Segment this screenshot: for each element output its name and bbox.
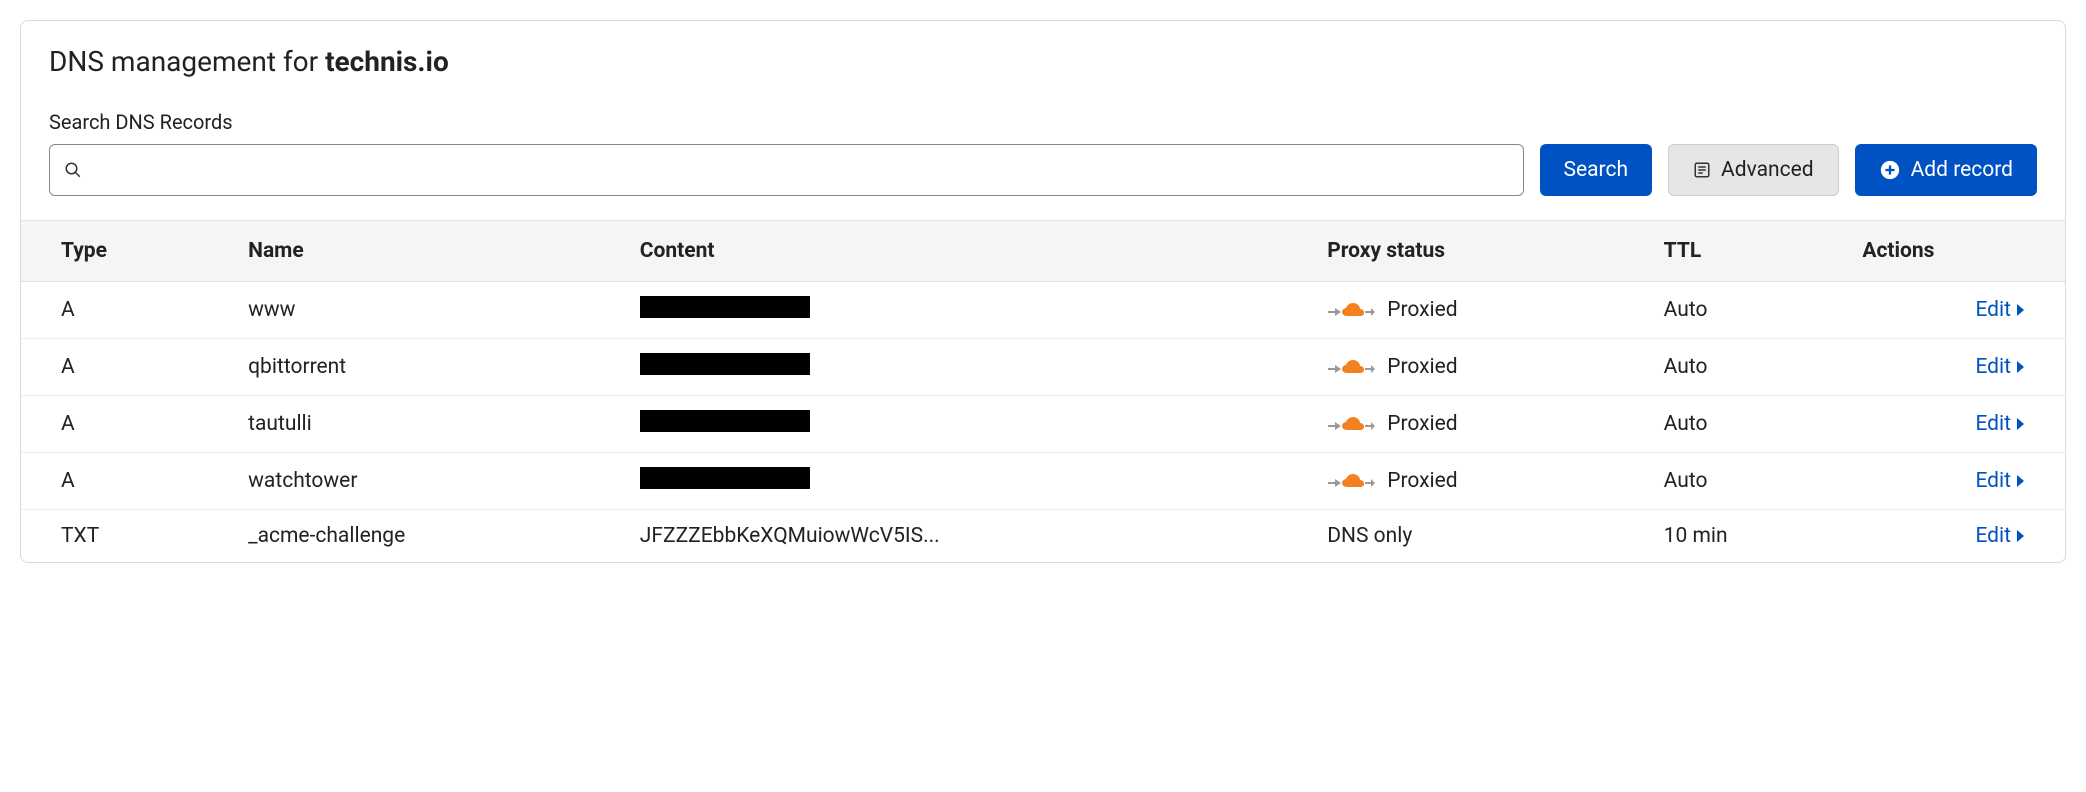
cell-content — [624, 282, 1311, 339]
cloud-proxied-icon — [1327, 469, 1375, 493]
proxy-status-text: DNS only — [1327, 524, 1412, 548]
cell-proxy: Proxied — [1311, 282, 1647, 339]
proxy-status-text: Proxied — [1387, 412, 1457, 436]
cell-type: A — [21, 396, 232, 453]
chevron-right-icon — [2015, 303, 2025, 317]
col-proxy: Proxy status — [1311, 221, 1647, 282]
cell-type: A — [21, 339, 232, 396]
add-record-button[interactable]: Add record — [1855, 144, 2037, 196]
proxy-status-text: Proxied — [1387, 355, 1457, 379]
table-row: Awww Proxied Auto Edit — [21, 282, 2065, 339]
add-record-label: Add record — [1911, 158, 2013, 182]
col-name: Name — [232, 221, 624, 282]
list-icon — [1693, 161, 1711, 179]
cell-ttl: Auto — [1648, 396, 1847, 453]
dns-table: Type Name Content Proxy status TTL Actio… — [21, 220, 2065, 562]
redacted-content — [640, 410, 810, 432]
col-ttl: TTL — [1648, 221, 1847, 282]
col-type: Type — [21, 221, 232, 282]
cell-ttl: Auto — [1648, 339, 1847, 396]
cloud-proxied-icon — [1327, 355, 1375, 379]
plus-circle-icon — [1879, 159, 1901, 181]
advanced-label: Advanced — [1721, 158, 1814, 182]
title-prefix: DNS management for — [49, 45, 325, 78]
cell-actions: Edit — [1846, 453, 2065, 510]
advanced-button[interactable]: Advanced — [1668, 144, 1839, 196]
cell-name: www — [232, 282, 624, 339]
cell-type: TXT — [21, 510, 232, 563]
cell-actions: Edit — [1846, 339, 2065, 396]
panel-header: DNS management for technis.io Search DNS… — [21, 45, 2065, 196]
col-actions: Actions — [1846, 221, 2065, 282]
col-content: Content — [624, 221, 1311, 282]
cell-name: watchtower — [232, 453, 624, 510]
redacted-content — [640, 353, 810, 375]
cell-proxy: Proxied — [1311, 396, 1647, 453]
edit-label: Edit — [1975, 412, 2011, 436]
edit-label: Edit — [1975, 298, 2011, 322]
cell-name: _acme-challenge — [232, 510, 624, 563]
chevron-right-icon — [2015, 417, 2025, 431]
cell-content — [624, 396, 1311, 453]
cell-proxy: Proxied — [1311, 453, 1647, 510]
chevron-right-icon — [2015, 360, 2025, 374]
cell-ttl: Auto — [1648, 453, 1847, 510]
cell-content: JFZZZEbbKeXQMuiowWcV5IS... — [624, 510, 1311, 563]
search-icon — [64, 161, 82, 179]
title-domain: technis.io — [325, 45, 449, 78]
edit-button[interactable]: Edit — [1975, 524, 2025, 548]
edit-button[interactable]: Edit — [1975, 469, 2025, 493]
edit-button[interactable]: Edit — [1975, 298, 2025, 322]
search-button[interactable]: Search — [1540, 144, 1653, 196]
cell-content — [624, 453, 1311, 510]
cell-type: A — [21, 282, 232, 339]
table-row: Atautulli Proxied Auto Edit — [21, 396, 2065, 453]
proxy-status-text: Proxied — [1387, 298, 1457, 322]
redacted-content — [640, 296, 810, 318]
table-row: TXT_acme-challengeJFZZZEbbKeXQMuiowWcV5I… — [21, 510, 2065, 563]
edit-label: Edit — [1975, 469, 2011, 493]
table-row: Aqbittorrent Proxied Auto Edit — [21, 339, 2065, 396]
search-box[interactable] — [49, 144, 1524, 196]
chevron-right-icon — [2015, 529, 2025, 543]
cell-content — [624, 339, 1311, 396]
search-input[interactable] — [92, 159, 1509, 182]
cell-type: A — [21, 453, 232, 510]
cell-name: qbittorrent — [232, 339, 624, 396]
cell-actions: Edit — [1846, 282, 2065, 339]
edit-label: Edit — [1975, 524, 2011, 548]
page-title: DNS management for technis.io — [49, 45, 2037, 78]
edit-label: Edit — [1975, 355, 2011, 379]
redacted-content — [640, 467, 810, 489]
controls-row: Search Advanced Add record — [49, 144, 2037, 196]
cloud-proxied-icon — [1327, 412, 1375, 436]
cell-actions: Edit — [1846, 510, 2065, 563]
chevron-right-icon — [2015, 474, 2025, 488]
edit-button[interactable]: Edit — [1975, 412, 2025, 436]
cell-ttl: Auto — [1648, 282, 1847, 339]
edit-button[interactable]: Edit — [1975, 355, 2025, 379]
cloud-proxied-icon — [1327, 298, 1375, 322]
dns-panel: DNS management for technis.io Search DNS… — [20, 20, 2066, 563]
search-label: Search DNS Records — [49, 110, 2037, 134]
cell-proxy: DNS only — [1311, 510, 1647, 563]
cell-proxy: Proxied — [1311, 339, 1647, 396]
cell-actions: Edit — [1846, 396, 2065, 453]
proxy-status-text: Proxied — [1387, 469, 1457, 493]
cell-name: tautulli — [232, 396, 624, 453]
table-row: Awatchtower Proxied Auto Edit — [21, 453, 2065, 510]
cell-ttl: 10 min — [1648, 510, 1847, 563]
